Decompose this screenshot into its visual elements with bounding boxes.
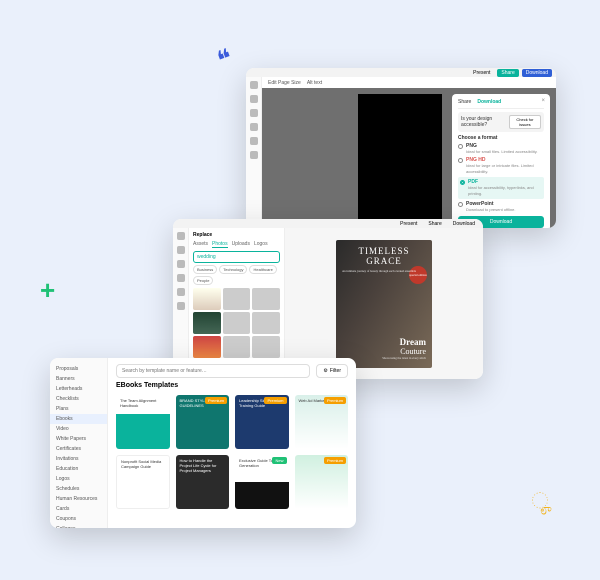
download-button[interactable]: Download bbox=[449, 220, 479, 228]
present-button[interactable]: Present bbox=[396, 220, 421, 228]
choose-format-label: Choose a format bbox=[458, 135, 544, 141]
template-grid: The Team Alignment Handbook PremiumBRAND… bbox=[116, 395, 348, 509]
sidebar-item[interactable]: Logos bbox=[50, 474, 107, 484]
photo-thumb[interactable] bbox=[223, 312, 251, 334]
template-card[interactable]: PremiumWeb Ad Marketing bbox=[295, 395, 349, 449]
template-card[interactable]: Nonprofit Social Media Campaign Guide bbox=[116, 455, 170, 509]
sidebar-item[interactable]: Certificates bbox=[50, 444, 107, 454]
template-card[interactable]: NewExclusive Guide To Lead Generation bbox=[235, 455, 289, 509]
magazine-cover[interactable]: TIMELESS GRACE special edition An intima… bbox=[336, 240, 432, 368]
photo-thumb[interactable] bbox=[193, 312, 221, 334]
canvas-page[interactable] bbox=[358, 94, 442, 228]
sidebar-item[interactable]: Schedules bbox=[50, 484, 107, 494]
tab-assets[interactable]: Assets bbox=[193, 241, 208, 248]
top-toolbar: Present Share Download bbox=[173, 219, 483, 228]
present-button[interactable]: Present bbox=[469, 69, 494, 77]
template-card[interactable]: PremiumLeadership Skills Training Guide bbox=[235, 395, 289, 449]
share-button[interactable]: Share bbox=[497, 69, 518, 77]
check-issues-button[interactable]: Check for issues bbox=[509, 115, 541, 129]
editor-tabs: Edit Page Size Alt text bbox=[262, 77, 556, 88]
sidebar-item[interactable]: Collages bbox=[50, 524, 107, 528]
tag-healthcare[interactable]: Healthcare bbox=[249, 265, 276, 274]
sidebar-item[interactable]: Letterheads bbox=[50, 384, 107, 394]
panel-tab-share[interactable]: Share bbox=[458, 99, 471, 105]
photo-thumb[interactable] bbox=[223, 336, 251, 358]
share-button[interactable]: Share bbox=[424, 220, 445, 228]
new-badge: New bbox=[272, 457, 286, 464]
editor-left-rail bbox=[246, 77, 262, 228]
tag-business[interactable]: Business bbox=[193, 265, 217, 274]
template-search-input[interactable] bbox=[116, 364, 310, 378]
sidebar-item[interactable]: Proposals bbox=[50, 364, 107, 374]
tag-technology[interactable]: Technology bbox=[219, 265, 247, 274]
photo-grid bbox=[193, 288, 280, 358]
download-panel: × Share Download Is your design accessib… bbox=[452, 94, 550, 228]
replace-panel: Replace Assets Photos Uploads Logos wedd… bbox=[189, 228, 285, 379]
photo-thumb[interactable] bbox=[223, 288, 251, 310]
tab-uploads[interactable]: Uploads bbox=[232, 241, 250, 248]
sidebar-item[interactable]: Invitations bbox=[50, 454, 107, 464]
template-card[interactable]: How to Handle the Project Life Cycle for… bbox=[176, 455, 230, 509]
magazine-title: TIMELESS GRACE bbox=[342, 246, 426, 266]
panel-tab-download[interactable]: Download bbox=[477, 99, 501, 105]
sidebar-item[interactable]: Plans bbox=[50, 404, 107, 414]
sidebar-item[interactable]: Cards bbox=[50, 504, 107, 514]
sidebar-item-ebooks[interactable]: Ebooks bbox=[50, 414, 107, 424]
format-option-png[interactable]: PNGIdeal for small files. Limited access… bbox=[458, 143, 544, 155]
format-option-powerpoint[interactable]: PowerPointDownload to present offline. bbox=[458, 201, 544, 213]
premium-badge: Premium bbox=[205, 397, 227, 404]
photo-thumb[interactable] bbox=[252, 336, 280, 358]
tab-edit-page-size[interactable]: Edit Page Size bbox=[268, 80, 301, 85]
template-card[interactable]: Premium bbox=[295, 455, 349, 509]
templates-window: Proposals Banners Letterheads Checklists… bbox=[50, 358, 356, 528]
sidebar-item[interactable]: Banners bbox=[50, 374, 107, 384]
photo-thumb[interactable] bbox=[252, 312, 280, 334]
top-toolbar: Present Share Download bbox=[246, 68, 556, 77]
photo-thumb[interactable] bbox=[252, 288, 280, 310]
close-icon[interactable]: × bbox=[541, 98, 545, 104]
sidebar-item[interactable]: Checklists bbox=[50, 394, 107, 404]
photo-tags: Business Technology Healthcare People bbox=[193, 265, 280, 285]
decorative-swirl-icon: ೄ bbox=[531, 488, 552, 514]
format-option-png-hd[interactable]: PNG HDIdeal for large or intricate files… bbox=[458, 157, 544, 175]
magazine-headline: Dream Couture Showcasing the latest in e… bbox=[382, 337, 426, 360]
editor-stage: TIMELESS GRACE special edition An intima… bbox=[285, 228, 483, 379]
photo-thumb[interactable] bbox=[193, 288, 221, 310]
replace-title: Replace bbox=[193, 232, 280, 238]
download-button[interactable]: Download bbox=[522, 69, 552, 77]
tab-alt-text[interactable]: Alt text bbox=[307, 80, 322, 85]
sidebar-item[interactable]: Human Resources bbox=[50, 494, 107, 504]
download-window: Present Share Download Edit Page Size Al… bbox=[246, 68, 556, 228]
tab-photos[interactable]: Photos bbox=[212, 241, 228, 248]
templates-heading: EBooks Templates bbox=[116, 382, 348, 389]
premium-badge: Premium bbox=[324, 457, 346, 464]
decorative-plus-icon: + bbox=[40, 275, 55, 306]
sidebar-item[interactable]: Video bbox=[50, 424, 107, 434]
premium-badge: Premium bbox=[264, 397, 286, 404]
photo-thumb[interactable] bbox=[193, 336, 221, 358]
editor-window: Present Share Download Replace Assets Ph… bbox=[173, 219, 483, 379]
sidebar-item[interactable]: Coupons bbox=[50, 514, 107, 524]
editor-left-rail bbox=[173, 228, 189, 379]
premium-badge: Premium bbox=[324, 397, 346, 404]
template-card[interactable]: PremiumBRAND STYLE GUIDELINES bbox=[176, 395, 230, 449]
filter-button[interactable]: ⚙Filter bbox=[316, 364, 348, 378]
magazine-side-text: An intimate journey of beauty through ea… bbox=[342, 270, 416, 274]
filter-icon: ⚙ bbox=[323, 368, 327, 374]
format-option-pdf[interactable]: PDFIdeal for accessibility, hyperlinks, … bbox=[458, 177, 544, 199]
sidebar-item[interactable]: Education bbox=[50, 464, 107, 474]
template-category-sidebar: Proposals Banners Letterheads Checklists… bbox=[50, 358, 108, 528]
photo-search-input[interactable]: wedding bbox=[193, 251, 280, 263]
tab-logos[interactable]: Logos bbox=[254, 241, 268, 248]
editor-canvas: × Share Download Is your design accessib… bbox=[262, 88, 556, 228]
tag-people[interactable]: People bbox=[193, 276, 213, 285]
accessibility-question: Is your design accessible? Check for iss… bbox=[458, 112, 544, 132]
decorative-stroke-icon: ❝ bbox=[213, 43, 237, 77]
sidebar-item[interactable]: White Papers bbox=[50, 434, 107, 444]
template-card[interactable]: The Team Alignment Handbook bbox=[116, 395, 170, 449]
